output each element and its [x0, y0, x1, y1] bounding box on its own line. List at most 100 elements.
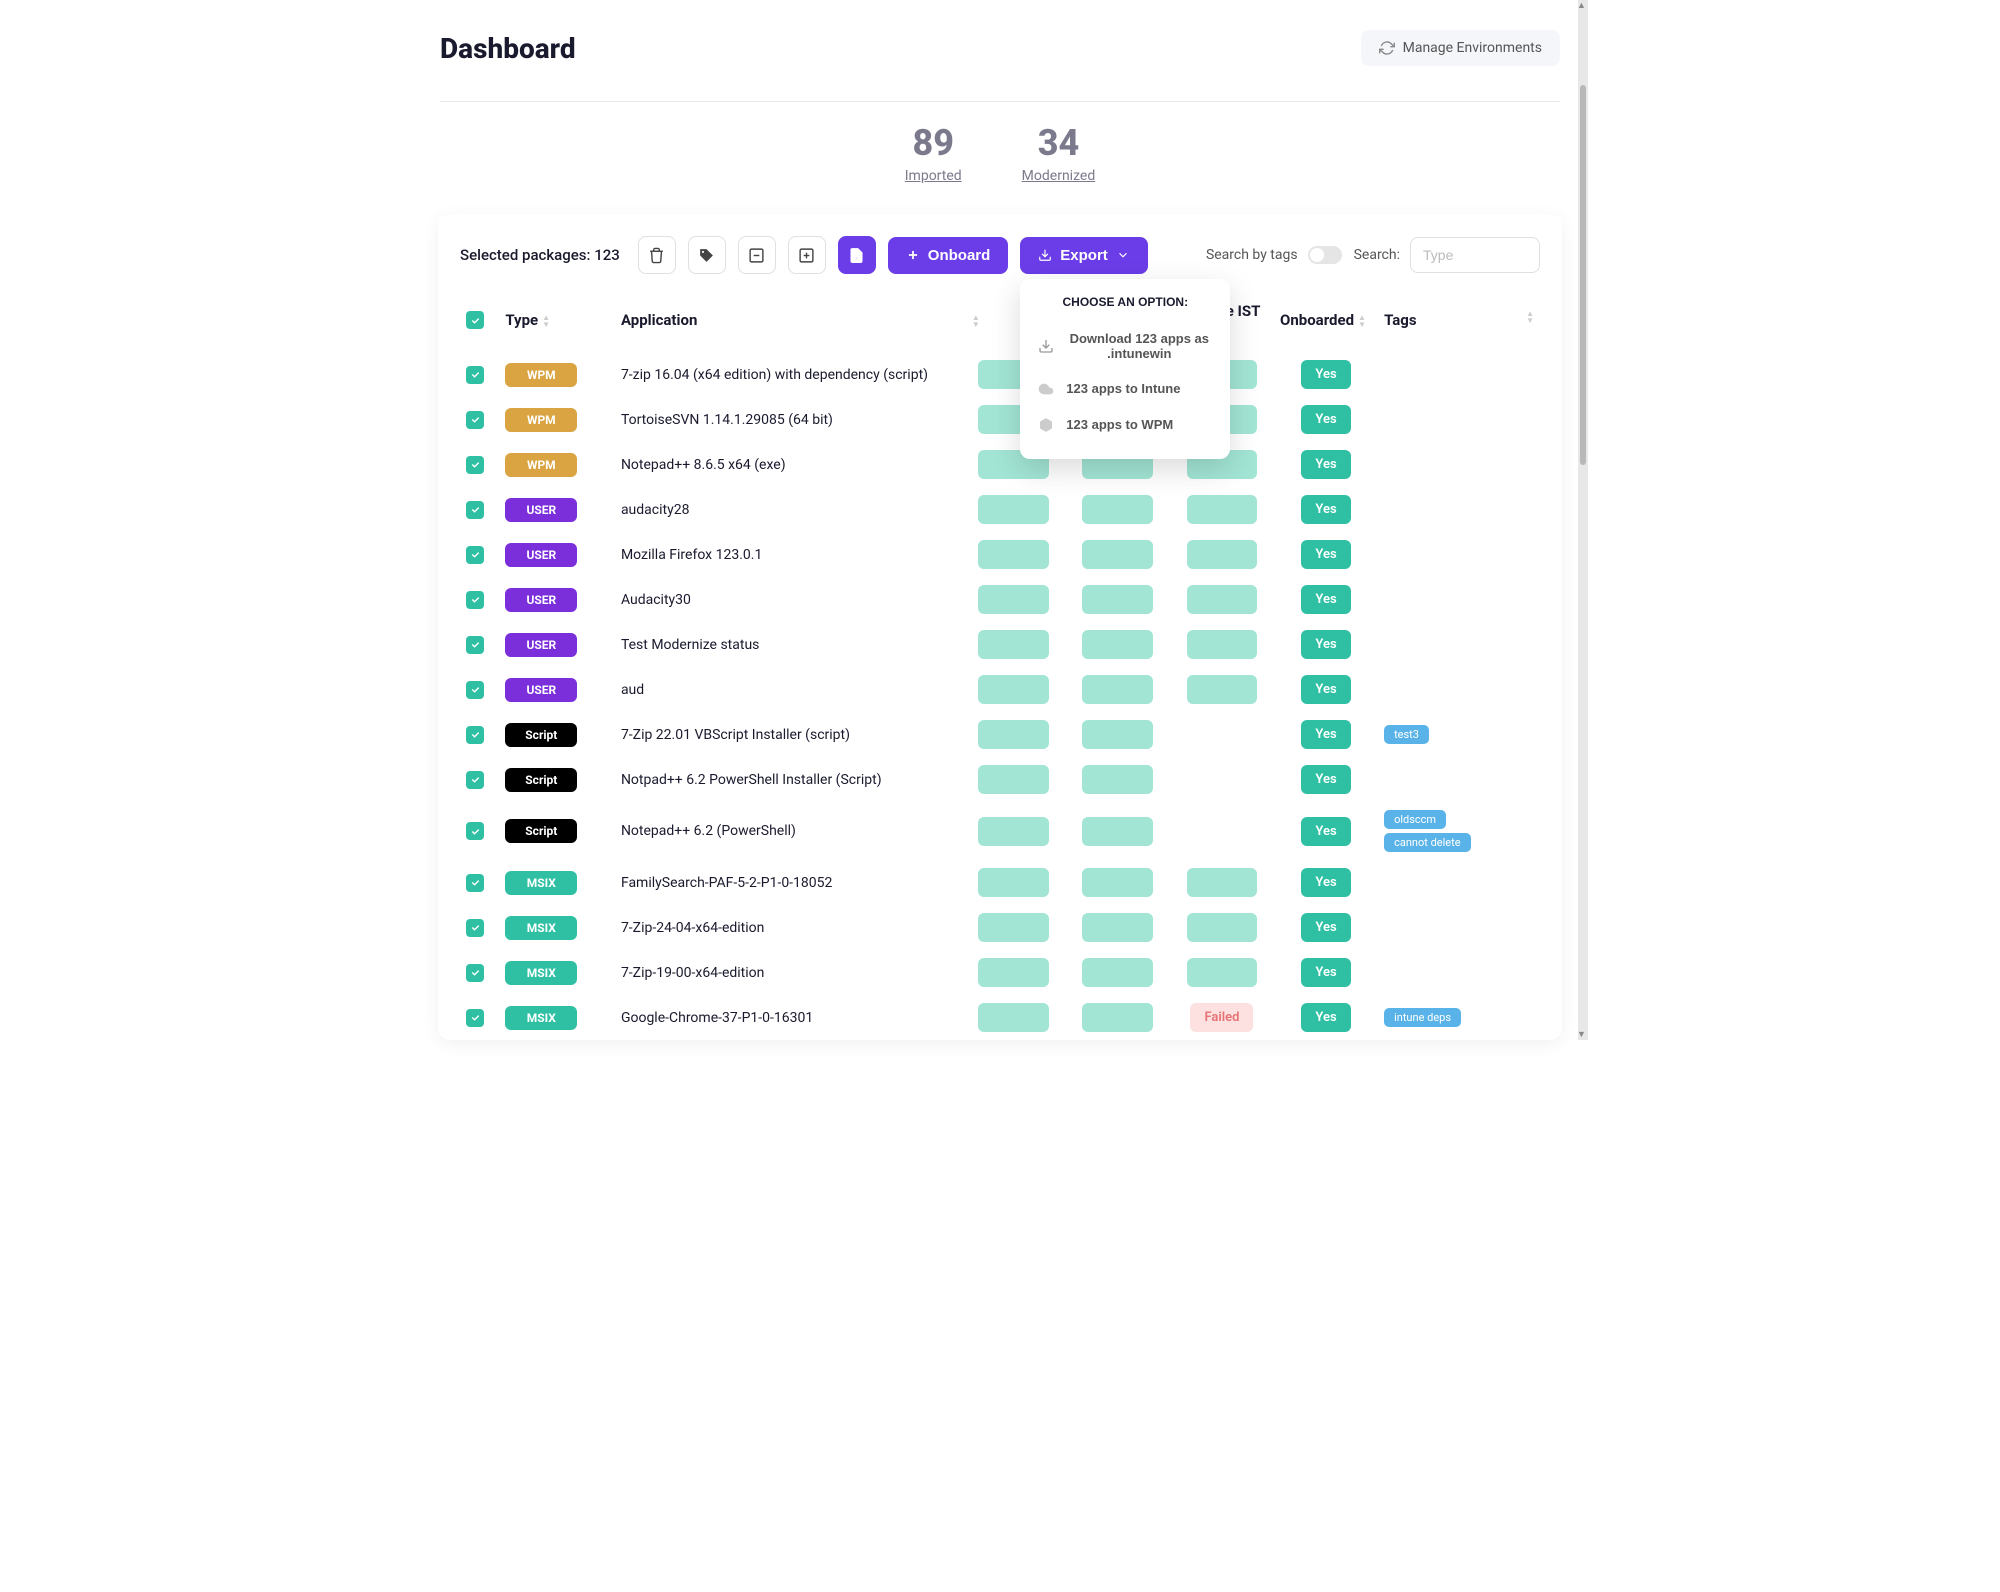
export-label: Export [1060, 247, 1108, 264]
search-tags-label: Search by tags [1206, 247, 1298, 263]
status-badge: Passed [1187, 495, 1258, 524]
status-badge: Passed [1187, 675, 1258, 704]
status-badge: Passed [978, 765, 1049, 794]
row-checkbox[interactable] [466, 681, 484, 699]
tag-button[interactable] [688, 236, 726, 274]
plus-icon [906, 248, 920, 262]
app-name: Google-Chrome-37-P1-0-16301 [621, 1010, 813, 1026]
table-row: Script Notepad++ 6.2 (PowerShell) Passed… [460, 802, 1540, 860]
manage-environments-label: Manage Environments [1403, 40, 1542, 56]
stat-modernized[interactable]: 34 Modernized [1022, 122, 1096, 184]
row-checkbox[interactable] [466, 822, 484, 840]
minus-square-icon [748, 247, 765, 264]
app-name: 7-zip 16.04 (x64 edition) with dependenc… [621, 367, 928, 383]
type-badge: Script [505, 768, 577, 792]
sort-icon[interactable]: ▲▼ [1358, 315, 1366, 328]
table-row: MSIX Google-Chrome-37-P1-0-16301 Passed … [460, 995, 1540, 1040]
app-name: Audacity30 [621, 592, 691, 608]
status-badge: Passed [1082, 720, 1153, 749]
status-badge: Passed [978, 913, 1049, 942]
row-checkbox[interactable] [466, 456, 484, 474]
onboarded-badge: Yes [1301, 495, 1350, 524]
status-badge: Passed [978, 1003, 1049, 1032]
status-badge: Passed [978, 720, 1049, 749]
export-option-wpm[interactable]: 123 apps to WPM [1020, 407, 1230, 443]
row-checkbox[interactable] [466, 771, 484, 789]
column-onboarded[interactable]: Onboarded▲▼ [1274, 292, 1378, 352]
row-checkbox[interactable] [466, 919, 484, 937]
status-badge: Passed [1187, 540, 1258, 569]
search-input[interactable] [1410, 237, 1540, 273]
onboarded-badge: Yes [1301, 913, 1350, 942]
stat-imported[interactable]: 89 Imported [905, 122, 962, 184]
tag-chip[interactable]: intune deps [1384, 1008, 1461, 1027]
onboarded-badge: Yes [1301, 868, 1350, 897]
table-row: USER aud Passed Passed Passed Yes [460, 667, 1540, 712]
table-row: WPM Notepad++ 8.6.5 x64 (exe) Passed Pas… [460, 442, 1540, 487]
table-row: WPM TortoiseSVN 1.14.1.29085 (64 bit) Pa… [460, 397, 1540, 442]
type-badge: WPM [505, 453, 577, 477]
column-tags[interactable]: Tags▲▼ [1378, 292, 1540, 352]
row-checkbox[interactable] [466, 366, 484, 384]
onboard-button[interactable]: Onboard [888, 237, 1009, 274]
sort-icon[interactable]: ▲▼ [542, 315, 550, 328]
status-badge: Passed [1082, 868, 1153, 897]
column-application[interactable]: Application [615, 292, 962, 352]
type-badge: MSIX [505, 961, 577, 985]
table-row: MSIX 7-Zip-24-04-x64-edition Passed Pass… [460, 905, 1540, 950]
row-checkbox[interactable] [466, 501, 484, 519]
row-checkbox[interactable] [466, 964, 484, 982]
status-badge: Passed [978, 675, 1049, 704]
app-name: TortoiseSVN 1.14.1.29085 (64 bit) [621, 412, 833, 428]
type-badge: MSIX [505, 916, 577, 940]
tag-chip[interactable]: cannot delete [1384, 833, 1470, 852]
status-badge: Passed [978, 540, 1049, 569]
row-checkbox[interactable] [466, 591, 484, 609]
export-dropdown: CHOOSE AN OPTION: Download 123 apps as .… [1020, 279, 1230, 459]
row-checkbox[interactable] [466, 726, 484, 744]
collapse-button[interactable] [738, 236, 776, 274]
stat-imported-label: Imported [905, 168, 962, 184]
row-checkbox[interactable] [466, 874, 484, 892]
manage-environments-button[interactable]: Manage Environments [1361, 30, 1560, 66]
onboarded-badge: Yes [1301, 450, 1350, 479]
delete-button[interactable] [638, 236, 676, 274]
table-row: USER audacity28 Passed Passed Passed Yes [460, 487, 1540, 532]
row-checkbox[interactable] [466, 411, 484, 429]
app-name: Notepad++ 6.2 (PowerShell) [621, 823, 796, 839]
scrollbar[interactable]: ▼ [1578, 0, 1588, 1040]
onboarded-badge: Yes [1301, 630, 1350, 659]
sort-icon[interactable]: ▲▼ [972, 315, 980, 328]
select-all-checkbox[interactable] [466, 311, 484, 329]
sort-icon[interactable]: ▲▼ [1526, 311, 1534, 324]
app-name: 7-Zip 22.01 VBScript Installer (script) [621, 727, 850, 743]
table-row: USER Audacity30 Passed Passed Passed Yes [460, 577, 1540, 622]
search-label: Search: [1354, 247, 1400, 263]
export-option-label: 123 apps to WPM [1066, 417, 1173, 432]
app-name: FamilySearch-PAF-5-2-P1-0-18052 [621, 875, 832, 891]
export-option-intune[interactable]: 123 apps to Intune [1020, 371, 1230, 407]
export-button[interactable]: Export CHOOSE AN OPTION: Download 123 ap… [1020, 237, 1148, 274]
app-name: Test Modernize status [621, 637, 759, 653]
status-badge: Passed [1082, 817, 1153, 846]
download-icon [1038, 338, 1054, 354]
excel-export-button[interactable]: x [838, 236, 876, 274]
expand-button[interactable] [788, 236, 826, 274]
row-checkbox[interactable] [466, 1009, 484, 1027]
type-badge: MSIX [505, 871, 577, 895]
table-row: Script Notpad++ 6.2 PowerShell Installer… [460, 757, 1540, 802]
row-checkbox[interactable] [466, 636, 484, 654]
status-badge: Passed [1187, 630, 1258, 659]
table-row: USER Test Modernize status Passed Passed… [460, 622, 1540, 667]
column-type[interactable]: Type▲▼ [499, 292, 615, 352]
tag-chip[interactable]: test3 [1384, 725, 1429, 744]
selected-count: Selected packages: 123 [460, 246, 620, 264]
tag-chip[interactable]: oldsccm [1384, 810, 1446, 829]
status-badge: Passed [1187, 868, 1258, 897]
download-icon [1038, 248, 1052, 262]
stat-modernized-value: 34 [1022, 122, 1096, 164]
row-checkbox[interactable] [466, 546, 484, 564]
search-by-tags-toggle[interactable] [1308, 246, 1342, 264]
onboard-label: Onboard [928, 247, 991, 264]
export-option-download[interactable]: Download 123 apps as .intunewin [1020, 321, 1230, 371]
